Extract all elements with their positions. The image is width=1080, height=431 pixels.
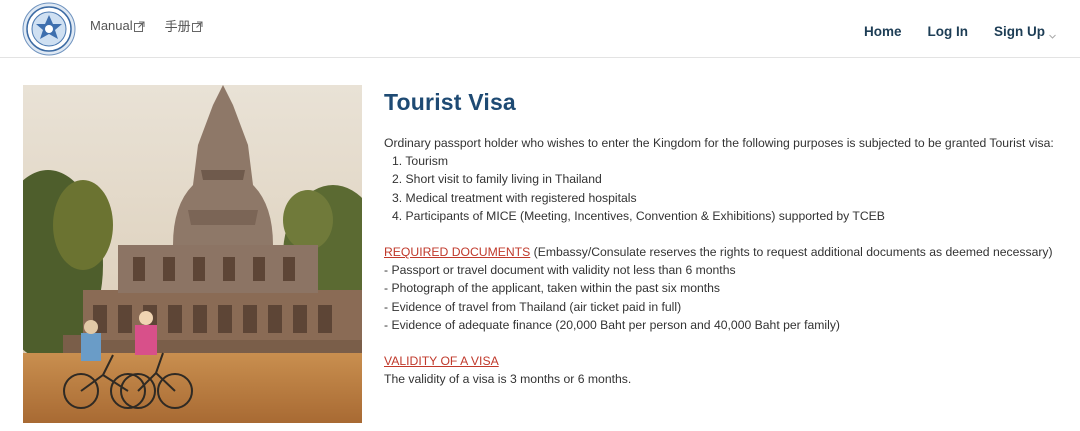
manual-link[interactable]: Manual (90, 16, 145, 35)
required-documents-list: - Passport or travel document with valid… (384, 261, 1074, 334)
manual-cn-link-label: 手册 (164, 19, 191, 34)
main-nav: Home Log In Sign Up (864, 24, 1056, 39)
site-header: Manual 手册 Home Log In Sign Up (0, 0, 1080, 58)
page-title: Tourist Visa (384, 89, 516, 115)
nav-home[interactable]: Home (864, 24, 902, 39)
thai-government-seal-icon[interactable] (22, 2, 76, 56)
required-documents-heading[interactable]: REQUIRED DOCUMENTS (384, 245, 530, 259)
external-link-icon (133, 20, 145, 32)
intro-text: Ordinary passport holder who wishes to e… (384, 136, 1054, 150)
document-item: - Evidence of travel from Thailand (air … (384, 299, 682, 314)
document-item: - Photograph of the applicant, taken wit… (384, 281, 721, 296)
required-documents-section: REQUIRED DOCUMENTS (Embassy/Consulate re… (384, 243, 1074, 261)
external-link-icon (191, 20, 203, 32)
nav-login[interactable]: Log In (928, 24, 969, 39)
manual-link-label: Manual (90, 18, 133, 33)
nav-signup-label: Sign Up (994, 24, 1045, 39)
purpose-item: 3. Medical treatment with registered hos… (392, 190, 637, 205)
purpose-item: 1. Tourism (392, 154, 448, 169)
document-item: - Evidence of adequate finance (20,000 B… (384, 317, 840, 332)
validity-section: VALIDITY OF A VISA (384, 352, 1074, 370)
chevron-down-icon (1049, 28, 1056, 39)
purpose-item: 2. Short visit to family living in Thail… (392, 172, 602, 187)
document-item: - Passport or travel document with valid… (384, 263, 736, 278)
validity-heading[interactable]: VALIDITY OF A VISA (384, 354, 499, 368)
nav-signup[interactable]: Sign Up (994, 24, 1056, 39)
validity-text: The validity of a visa is 3 months or 6 … (384, 372, 632, 387)
purpose-list: 1. Tourism 2. Short visit to family livi… (384, 152, 1074, 225)
purpose-item: 4. Participants of MICE (Meeting, Incent… (392, 208, 885, 223)
visa-info-panel: Tourist Visa Ordinary passport holder wh… (384, 86, 1074, 388)
manual-cn-link[interactable]: 手册 (165, 16, 203, 35)
temple-with-cyclists-photo (23, 85, 362, 423)
top-left-links: Manual 手册 (90, 16, 203, 35)
required-documents-note: (Embassy/Consulate reserves the rights t… (530, 245, 1053, 260)
